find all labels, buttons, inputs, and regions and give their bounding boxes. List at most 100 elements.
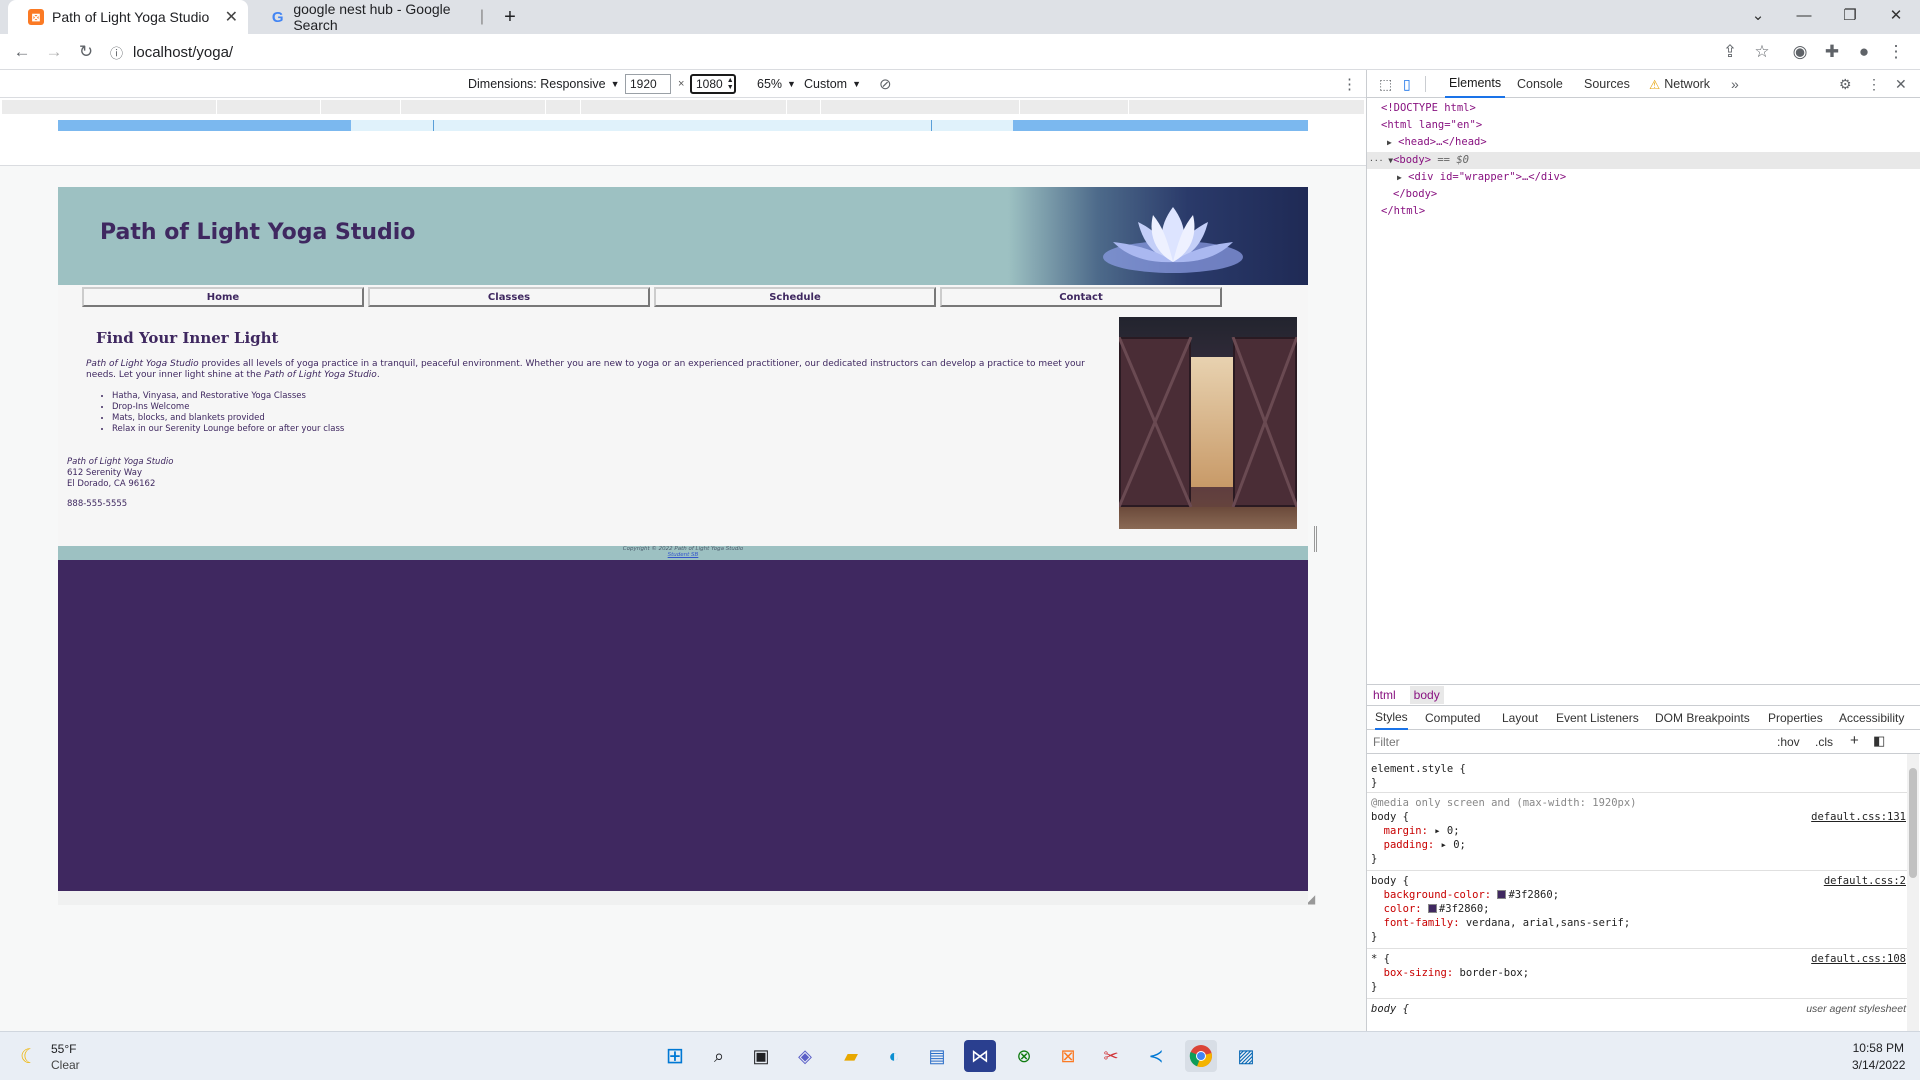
tab-network[interactable]: ⚠ Network [1649, 70, 1710, 98]
file-explorer-icon[interactable]: ▰ [835, 1040, 867, 1072]
reload-icon[interactable]: ↻ [72, 34, 100, 70]
footer-link[interactable]: Student SB [58, 552, 1308, 558]
dom-html-open[interactable]: <html lang="en"> [1381, 117, 1482, 134]
rule-user-agent[interactable]: body {user agent stylesheet [1371, 1002, 1906, 1016]
color-swatch[interactable] [1427, 904, 1437, 913]
subtab-dom-breakpoints[interactable]: DOM Breakpoints [1655, 706, 1750, 730]
close-devtools-icon[interactable]: ✕ [1895, 70, 1907, 98]
media-query-bar-min[interactable] [1013, 120, 1308, 131]
moon-weather-icon[interactable]: ☾ [20, 1044, 38, 1069]
val-color[interactable]: #3f2860; [1439, 903, 1490, 915]
tab-sources[interactable]: Sources [1584, 70, 1630, 98]
throttle-dropdown[interactable]: Custom ▼ [804, 70, 861, 98]
spinner-icon[interactable]: ▲ ▼ [727, 77, 734, 91]
chrome-menu-icon[interactable]: ⋮ [1882, 34, 1910, 70]
store-icon[interactable]: ▤ [921, 1040, 953, 1072]
clock-time[interactable]: 10:58 PM [1852, 1041, 1904, 1055]
rule-source-link[interactable]: default.css:131 [1811, 810, 1906, 824]
close-tab-icon[interactable]: ✕ [225, 7, 238, 27]
weather-temp[interactable]: 55°F [51, 1042, 76, 1056]
rule-source-link[interactable]: default.css:108 [1811, 952, 1906, 966]
prop-color[interactable]: color: [1384, 903, 1422, 915]
val-background-color[interactable]: #3f2860; [1508, 889, 1559, 901]
height-input[interactable]: 1080 ▲ ▼ [690, 74, 736, 94]
close-window-button[interactable]: ✕ [1873, 0, 1919, 30]
extension-shield-icon[interactable]: ◉ [1786, 34, 1814, 70]
dom-head[interactable]: ▶ <head>…</head> [1387, 134, 1487, 151]
xbox-icon[interactable]: ⊗ [1008, 1040, 1040, 1072]
teams-chat-icon[interactable]: ◈ [789, 1040, 821, 1072]
prop-margin[interactable]: margin: [1384, 825, 1428, 837]
clock-date[interactable]: 3/14/2022 [1852, 1058, 1905, 1072]
val-margin[interactable]: 0; [1447, 825, 1460, 837]
inspect-element-icon[interactable]: ⬚ [1379, 70, 1392, 98]
share-icon[interactable]: ⇪ [1716, 34, 1744, 70]
dimensions-dropdown[interactable]: Dimensions: Responsive ▼ [468, 70, 619, 98]
prop-font-family[interactable]: font-family: [1384, 917, 1460, 929]
subtab-styles[interactable]: Styles [1375, 706, 1408, 730]
breadcrumb-html[interactable]: html [1373, 688, 1396, 702]
new-tab-button[interactable]: + [498, 0, 522, 34]
media-query-bar-max[interactable] [58, 120, 351, 131]
xampp-icon[interactable]: ⊠ [1052, 1040, 1084, 1072]
settings-gear-icon[interactable]: ⚙ [1839, 70, 1852, 98]
nav-classes[interactable]: Classes [368, 287, 650, 307]
tab-yoga-studio[interactable]: ⊠ Path of Light Yoga Studio ✕ [8, 0, 248, 34]
tab-google-search[interactable]: G google nest hub - Google Search | [250, 0, 490, 34]
address-bar[interactable]: ⓘ localhost/yoga/ [110, 38, 1790, 66]
nav-contact[interactable]: Contact [940, 287, 1222, 307]
dom-body[interactable]: ··· ▼<body> == $0 [1369, 152, 1469, 169]
chrome-icon[interactable] [1185, 1040, 1217, 1072]
tab-search-icon[interactable]: ⌄ [1735, 0, 1781, 30]
cls-toggle[interactable]: .cls [1815, 735, 1833, 749]
minimize-button[interactable]: — [1781, 0, 1827, 30]
prop-padding[interactable]: padding: [1384, 839, 1435, 851]
toggle-sidebar-icon[interactable]: ◧ [1873, 733, 1885, 749]
dom-body-close[interactable]: </body> [1393, 186, 1437, 203]
zoom-dropdown[interactable]: 65% ▼ [757, 70, 796, 98]
back-arrow-icon[interactable]: ← [8, 34, 36, 70]
forward-arrow-icon[interactable]: → [40, 34, 68, 70]
width-input[interactable]: 1920 [625, 74, 671, 94]
rule-body-default[interactable]: body {default.css:2 background-color: #3… [1371, 874, 1906, 944]
val-font-family[interactable]: verdana, arial,sans-serif; [1466, 917, 1630, 929]
media-query-row-gray[interactable] [2, 100, 1364, 114]
tab-console[interactable]: Console [1517, 70, 1563, 98]
search-icon[interactable]: ⌕ [703, 1040, 735, 1072]
task-view-icon[interactable]: ▣ [745, 1040, 777, 1072]
extensions-puzzle-icon[interactable]: ✚ [1818, 34, 1846, 70]
nav-schedule[interactable]: Schedule [654, 287, 936, 307]
visual-studio-icon[interactable]: ⋈ [964, 1040, 996, 1072]
weather-desc[interactable]: Clear [51, 1058, 80, 1072]
subtab-accessibility[interactable]: Accessibility [1839, 706, 1904, 730]
device-more-icon[interactable]: ⋮ [1342, 70, 1357, 98]
snipping-tool-icon[interactable]: ✂ [1095, 1040, 1127, 1072]
styles-scrollbar[interactable] [1907, 754, 1919, 1031]
rule-media-body[interactable]: @media only screen and (max-width: 1920p… [1371, 796, 1906, 866]
bookmark-star-icon[interactable]: ☆ [1748, 34, 1776, 70]
device-toggle-icon[interactable]: ▯ [1403, 70, 1411, 98]
expand-triangle-icon[interactable]: ▶ [1387, 138, 1392, 147]
right-resize-handle[interactable] [1314, 526, 1317, 552]
hov-toggle[interactable]: :hov [1777, 735, 1800, 749]
new-rule-plus-icon[interactable]: + [1850, 732, 1859, 749]
dom-html-close[interactable]: </html> [1381, 203, 1425, 220]
subtab-event-listeners[interactable]: Event Listeners [1556, 706, 1639, 730]
tab-elements[interactable]: Elements [1445, 70, 1506, 98]
rule-source-link[interactable]: default.css:2 [1824, 874, 1906, 888]
nav-home[interactable]: Home [82, 287, 364, 307]
rule-element-style[interactable]: element.style { } [1371, 762, 1906, 790]
collapse-triangle-icon[interactable]: ··· ▼ [1369, 156, 1393, 165]
color-swatch[interactable] [1497, 890, 1507, 899]
info-icon[interactable]: ⓘ [110, 43, 123, 62]
dom-wrapper-div[interactable]: ▶ <div id="wrapper">…</div> [1397, 169, 1566, 186]
val-box-sizing[interactable]: border-box; [1460, 967, 1530, 979]
expand-triangle-icon[interactable]: ▶ [1397, 173, 1402, 182]
subtab-layout[interactable]: Layout [1502, 706, 1538, 730]
devtools-menu-icon[interactable]: ⋮ [1867, 70, 1881, 98]
rotate-icon[interactable]: ⊘ [879, 70, 892, 98]
photos-icon[interactable]: ▨ [1230, 1040, 1262, 1072]
vscode-icon[interactable]: ≺ [1140, 1040, 1172, 1072]
val-padding[interactable]: 0; [1453, 839, 1466, 851]
scrollbar-thumb[interactable] [1909, 768, 1917, 878]
